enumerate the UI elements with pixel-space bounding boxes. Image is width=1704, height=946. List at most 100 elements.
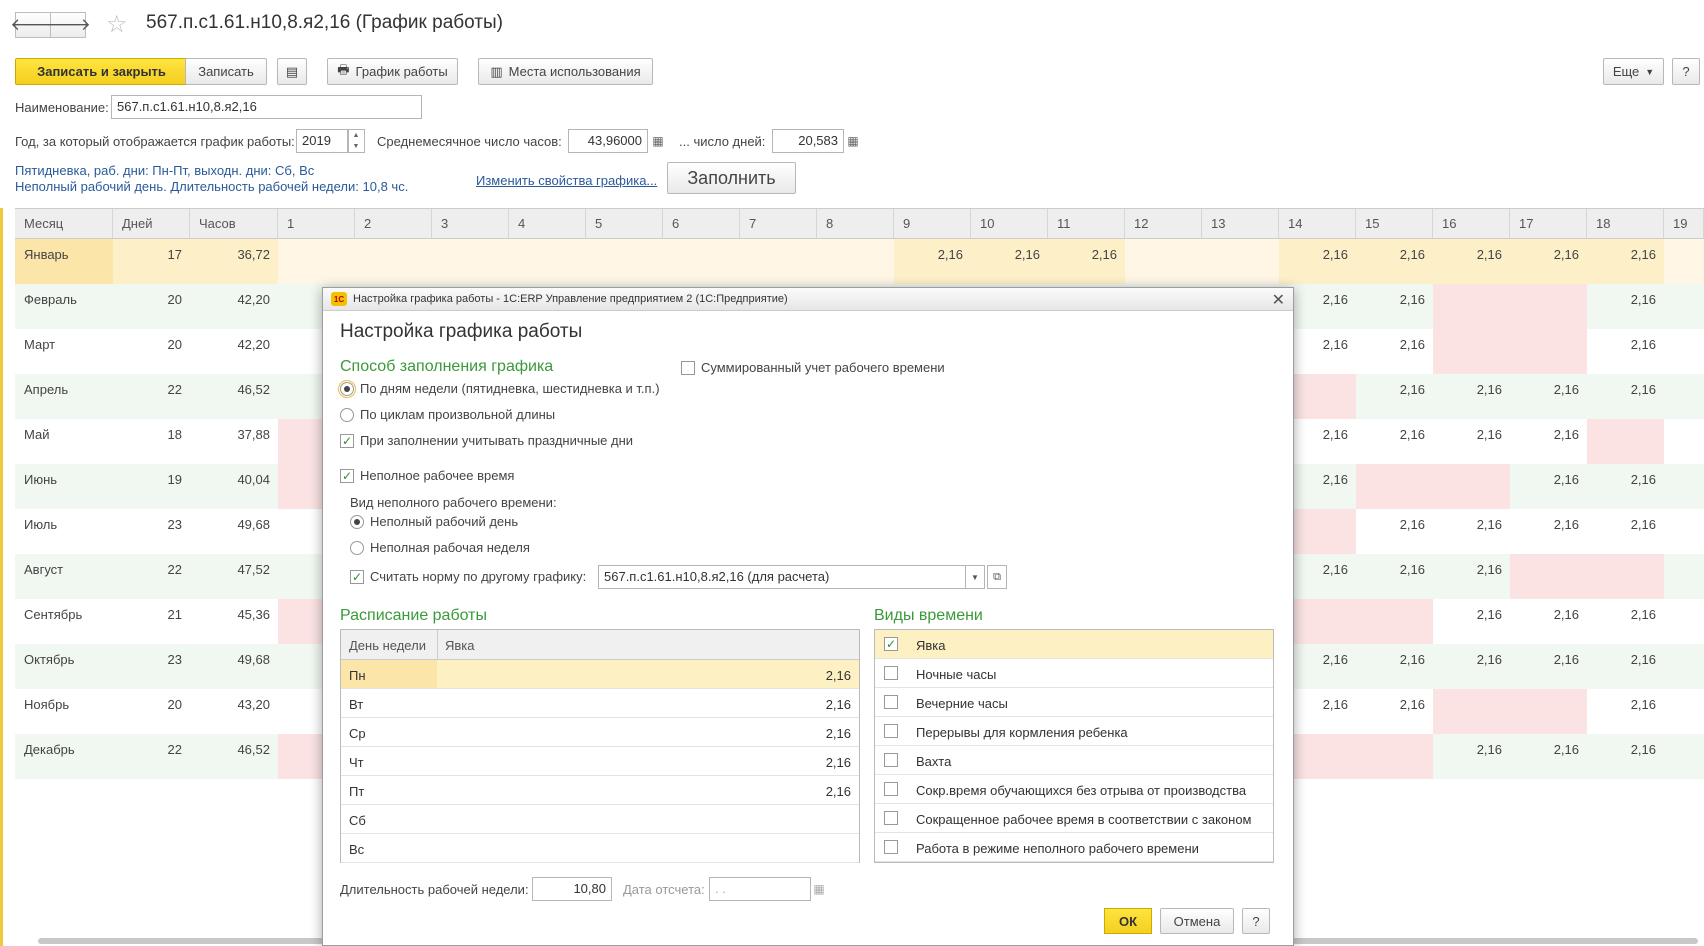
grid-cell-month[interactable]: Август [15, 554, 113, 599]
grid-cell-month[interactable]: Сентябрь [15, 599, 113, 644]
checkbox-checked[interactable]: ✓ [350, 569, 364, 584]
grid-cell-day[interactable]: 2,16 [1048, 239, 1125, 284]
grid-cell-day[interactable]: 2,16 [1587, 689, 1664, 734]
grid-col-header[interactable]: 5 [586, 209, 663, 238]
grid-cell-day[interactable]: 2,16 [1587, 284, 1664, 329]
grid-col-header[interactable]: 1 [278, 209, 355, 238]
grid-cell-hours[interactable]: 36,72 [190, 239, 278, 284]
grid-cell-day[interactable] [1510, 689, 1587, 734]
grid-cell-day[interactable]: 2,16 [1433, 734, 1510, 779]
grid-cell-days[interactable]: 20 [113, 284, 190, 329]
grid-cell-day[interactable]: 2,16 [1510, 644, 1587, 689]
grid-cell-month[interactable]: Июнь [15, 464, 113, 509]
grid-cell-day[interactable]: 2,16 [1433, 374, 1510, 419]
option-norm[interactable]: ✓ Считать норму по другому графику: [350, 569, 586, 584]
grid-cell-day[interactable]: 2,16 [1510, 419, 1587, 464]
grid-col-header[interactable]: 14 [1279, 209, 1356, 238]
grid-cell-hours[interactable]: 37,88 [190, 419, 278, 464]
time-type-row[interactable]: Вечерние часы [875, 688, 1273, 717]
grid-cell-day[interactable]: 2,16 [1433, 419, 1510, 464]
grid-col-header[interactable]: Месяц [15, 209, 113, 238]
grid-cell-day[interactable]: 2,16 [1433, 599, 1510, 644]
grid-cell-day[interactable] [278, 599, 322, 644]
grid-cell-day[interactable]: 2,16 [1356, 239, 1433, 284]
change-properties-link[interactable]: Изменить свойства графика... [476, 173, 657, 188]
grid-cell-days[interactable]: 22 [113, 734, 190, 779]
days-field[interactable]: 20,583 [772, 129, 844, 153]
time-type-row[interactable]: Сокращенное рабочее время в соответствии… [875, 804, 1273, 833]
avg-hours-field[interactable]: 43,96000 [568, 129, 648, 153]
grid-cell-day[interactable]: 2,16 [1433, 644, 1510, 689]
grid-cell-day[interactable]: 2,16 [1433, 509, 1510, 554]
help-button[interactable]: ? [1672, 58, 1700, 85]
time-type-row[interactable]: Вахта [875, 746, 1273, 775]
grid-cell-day[interactable]: 2,16 [1510, 599, 1587, 644]
grid-col-header[interactable]: 2 [355, 209, 432, 238]
grid-row[interactable]: Январь 17 36,72 2,16 2,16 2,16 2,16 2,16 2,16 2,1… [15, 239, 1704, 284]
grid-cell-day[interactable]: 2,16 [1587, 374, 1664, 419]
grid-cell-hours[interactable]: 46,52 [190, 374, 278, 419]
calculator-icon[interactable]: ▦ [843, 129, 863, 153]
grid-cell-days[interactable]: 23 [113, 509, 190, 554]
grid-cell-day[interactable]: 2,16 [1510, 464, 1587, 509]
grid-cell-day[interactable]: 2,16 [1356, 329, 1433, 374]
year-field[interactable]: 2019 [296, 129, 349, 153]
schedule-value[interactable]: 2,16 [826, 697, 851, 712]
grid-cell-day[interactable] [1510, 329, 1587, 374]
grid-cell-day[interactable] [1587, 419, 1664, 464]
grid-cell-day[interactable]: 2,16 [1356, 419, 1433, 464]
grid-cell-month[interactable]: Март [15, 329, 113, 374]
radio-selected[interactable] [338, 379, 356, 398]
calculator-icon[interactable]: ▦ [648, 129, 668, 153]
schedule-row[interactable]: Пн 2,16 [341, 660, 859, 689]
grid-cell-day[interactable]: 2,16 [1356, 509, 1433, 554]
grid-cell-day[interactable]: 2,16 [1279, 239, 1356, 284]
ok-button[interactable]: ОК [1104, 908, 1152, 934]
grid-cell-day[interactable]: 2,16 [1587, 509, 1664, 554]
grid-cell-day[interactable]: 2,16 [1356, 554, 1433, 599]
grid-cell-days[interactable]: 17 [113, 239, 190, 284]
grid-cell-day[interactable] [278, 734, 322, 779]
grid-cell-day[interactable] [278, 419, 322, 464]
time-type-row[interactable]: Перерывы для кормления ребенка [875, 717, 1273, 746]
grid-col-header[interactable]: 19 [1664, 209, 1704, 238]
grid-col-header[interactable]: 8 [817, 209, 894, 238]
close-icon[interactable]: ✕ [1272, 290, 1285, 310]
option-partday[interactable]: Неполный рабочий день [350, 514, 518, 529]
dialog-help-button[interactable]: ? [1242, 908, 1270, 934]
checkbox-unchecked[interactable] [884, 782, 898, 796]
schedule-value[interactable]: 2,16 [826, 755, 851, 770]
option-holidays[interactable]: ✓ При заполнении учитывать праздничные дн… [340, 433, 633, 448]
checkbox-checked[interactable]: ✓ [340, 468, 354, 483]
grid-cell-day[interactable] [278, 464, 322, 509]
grid-col-header[interactable]: 16 [1433, 209, 1510, 238]
grid-cell-day[interactable]: 2,16 [1510, 734, 1587, 779]
time-type-row[interactable]: Работа в режиме неполного рабочего време… [875, 833, 1273, 862]
schedule-row[interactable]: Пт 2,16 [341, 776, 859, 805]
grid-col-header[interactable]: 17 [1510, 209, 1587, 238]
checkbox-checked[interactable]: ✓ [340, 433, 354, 448]
grid-cell-day[interactable]: 2,16 [1356, 689, 1433, 734]
time-type-row[interactable]: Сокр.время обучающихся без отрыва от про… [875, 775, 1273, 804]
grid-cell-day[interactable]: 2,16 [1510, 239, 1587, 284]
schedule-value[interactable]: 2,16 [826, 668, 851, 683]
grid-cell-day[interactable]: 2,16 [1587, 734, 1664, 779]
grid-cell-day[interactable]: 2,16 [1433, 554, 1510, 599]
dropdown-chevron-icon[interactable]: ▼ [965, 565, 985, 589]
grid-cell-day[interactable]: 2,16 [1510, 509, 1587, 554]
grid-col-header[interactable]: Часов [190, 209, 278, 238]
save-close-button[interactable]: Записать и закрыть [15, 58, 188, 85]
grid-cell-day[interactable] [1510, 284, 1587, 329]
schedule-row[interactable]: Чт 2,16 [341, 747, 859, 776]
grid-cell-hours[interactable]: 49,68 [190, 644, 278, 689]
checkbox-unchecked[interactable] [884, 840, 898, 854]
grid-cell-day[interactable] [1433, 329, 1510, 374]
checkbox-unchecked[interactable] [884, 666, 898, 680]
option-partweek[interactable]: Неполная рабочая неделя [350, 540, 530, 555]
grid-col-header[interactable]: 15 [1356, 209, 1433, 238]
grid-col-header[interactable]: Дней [113, 209, 190, 238]
usage-button[interactable]: ▥ Места использования [478, 58, 653, 85]
document-list-button[interactable]: ▤ [277, 58, 307, 85]
name-field[interactable]: 567.п.с1.61.н10,8.я2,16 [111, 95, 422, 119]
grid-cell-day[interactable]: 2,16 [894, 239, 971, 284]
